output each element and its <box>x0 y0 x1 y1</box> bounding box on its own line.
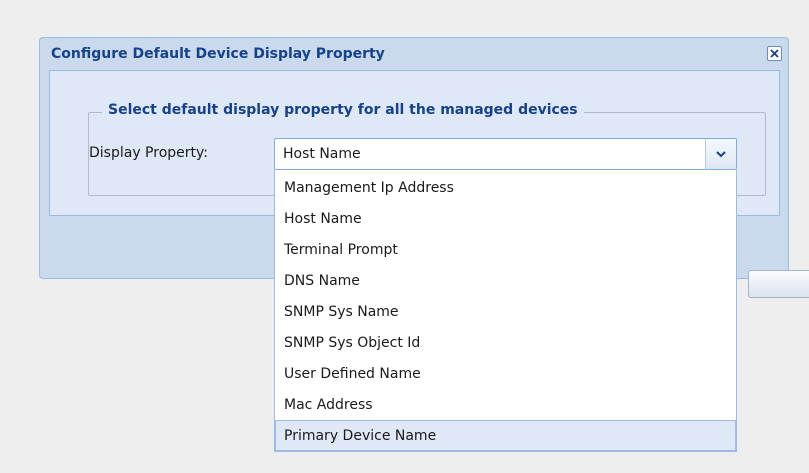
close-button[interactable] <box>767 46 782 61</box>
dropdown-option[interactable]: SNMP Sys Name <box>275 296 736 327</box>
dropdown-option[interactable]: User Defined Name <box>275 358 736 389</box>
dropdown-option[interactable]: Management Ip Address <box>275 172 736 203</box>
dropdown-option-list: Management Ip Address Host Name Terminal… <box>275 172 736 451</box>
dropdown-option-highlighted[interactable]: Primary Device Name <box>275 420 736 451</box>
dialog-titlebar[interactable]: Configure Default Device Display Propert… <box>40 38 788 70</box>
dialog-title: Configure Default Device Display Propert… <box>51 46 385 62</box>
fieldset-legend: Select default display property for all … <box>102 102 584 118</box>
close-icon <box>770 46 779 62</box>
chevron-down-icon <box>716 146 726 162</box>
display-property-combo[interactable]: Host Name <box>274 138 737 170</box>
dropdown-option[interactable]: Terminal Prompt <box>275 234 736 265</box>
dropdown-option[interactable]: SNMP Sys Object Id <box>275 327 736 358</box>
display-property-dropdown: Management Ip Address Host Name Terminal… <box>274 170 737 452</box>
combo-trigger-button[interactable] <box>705 139 736 169</box>
dropdown-option[interactable]: Host Name <box>275 203 736 234</box>
dropdown-option[interactable]: Mac Address <box>275 389 736 420</box>
dropdown-option[interactable]: DNS Name <box>275 265 736 296</box>
display-property-value[interactable]: Host Name <box>283 146 361 162</box>
footer-button[interactable] <box>748 270 809 298</box>
display-property-label: Display Property: <box>89 145 208 161</box>
